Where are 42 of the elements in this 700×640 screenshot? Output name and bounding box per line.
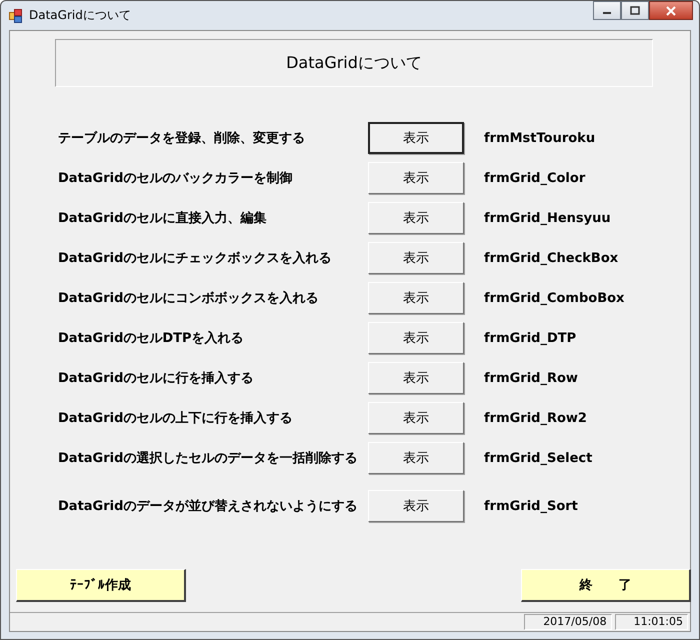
- row-label: DataGridのセルに直接入力、編集: [58, 210, 268, 227]
- form-name: frmMstTouroku: [484, 130, 596, 146]
- show-button[interactable]: 表示: [368, 122, 464, 154]
- show-button[interactable]: 表示: [368, 242, 464, 274]
- exit-button[interactable]: 終 了: [521, 569, 691, 602]
- show-button[interactable]: 表示: [368, 282, 464, 314]
- window-title: DataGridについて: [29, 7, 131, 24]
- row-label: DataGridのセルのバックカラーを制御: [58, 170, 294, 187]
- row-label: DataGridの選択したセルのデータを一括削除する: [58, 450, 358, 467]
- row-label: DataGridのセルDTPを入れる: [58, 330, 245, 347]
- row-label: DataGridのセルの上下に行を挿入する: [58, 410, 294, 427]
- maximize-button[interactable]: [621, 1, 649, 20]
- close-button[interactable]: [649, 1, 693, 20]
- form-name: frmGrid_CheckBox: [484, 250, 618, 266]
- row-label: DataGridのセルにコンボボックスを入れる: [58, 290, 320, 307]
- row-label: DataGridのデータが並び替えされないようにする: [58, 498, 358, 515]
- status-date: 2017/05/08: [524, 614, 612, 630]
- form-name: frmGrid_Color: [484, 170, 586, 186]
- minimize-button[interactable]: [593, 1, 621, 20]
- show-button[interactable]: 表示: [368, 202, 464, 234]
- form-name: frmGrid_ComboBox: [484, 290, 624, 306]
- show-button[interactable]: 表示: [368, 362, 464, 394]
- show-button[interactable]: 表示: [368, 402, 464, 434]
- show-button[interactable]: 表示: [368, 442, 464, 474]
- show-button[interactable]: 表示: [368, 322, 464, 354]
- maximize-icon: [630, 6, 640, 15]
- create-table-button[interactable]: ﾃｰﾌﾞﾙ作成: [16, 569, 186, 602]
- form-name: frmGrid_Row2: [484, 410, 587, 426]
- show-button[interactable]: 表示: [368, 162, 464, 194]
- form-name: frmGrid_Select: [484, 450, 592, 466]
- form-name: frmGrid_Row: [484, 370, 578, 386]
- header-title: DataGridについて: [286, 52, 422, 74]
- close-icon: [665, 6, 677, 16]
- show-button[interactable]: 表示: [368, 490, 464, 522]
- row-label: DataGridのセルにチェックボックスを入れる: [58, 250, 332, 267]
- row-label: テーブルのデータを登録、削除、変更する: [58, 130, 306, 147]
- form-name: frmGrid_DTP: [484, 330, 576, 346]
- status-time: 11:01:05: [614, 614, 688, 630]
- form-name: frmGrid_Sort: [484, 498, 578, 514]
- form-name: frmGrid_Hensyuu: [484, 210, 611, 226]
- app-icon: [9, 8, 23, 22]
- row-label: DataGridのセルに行を挿入する: [58, 370, 254, 387]
